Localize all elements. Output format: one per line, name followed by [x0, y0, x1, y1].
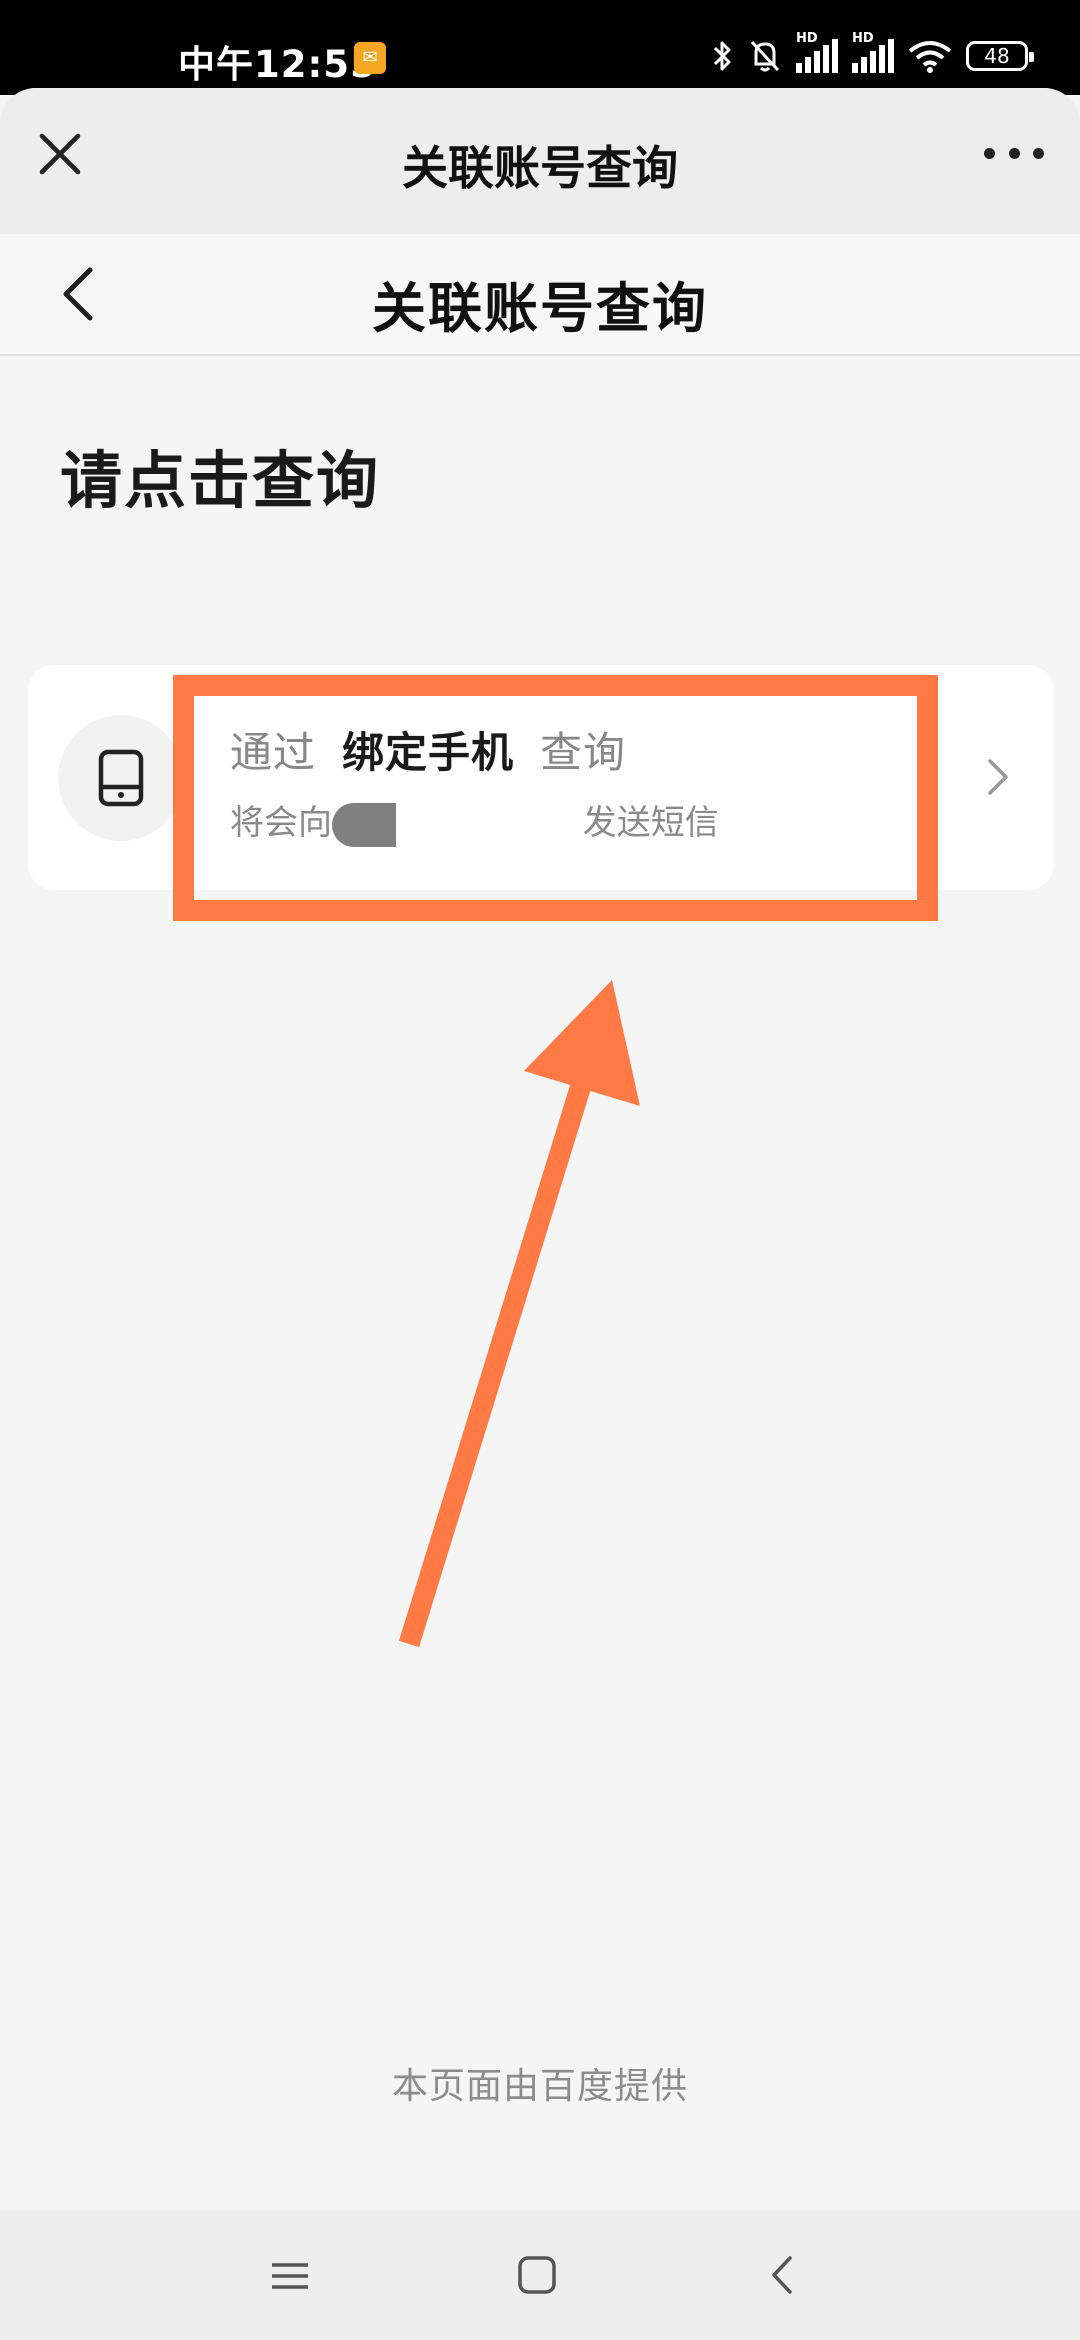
system-nav-bar — [0, 2210, 1080, 2340]
home-icon[interactable] — [487, 2210, 587, 2340]
screen: 中午12:55 ✉ HD HD 48 关联账号查询 关联账号查询 请点击查询 通… — [0, 0, 1080, 2340]
back-icon[interactable] — [732, 2210, 832, 2340]
arrow-pointer — [398, 980, 640, 1648]
provided-by-text: 本页面由百度提供 — [391, 2066, 688, 2107]
menu-icon[interactable] — [240, 2210, 340, 2340]
